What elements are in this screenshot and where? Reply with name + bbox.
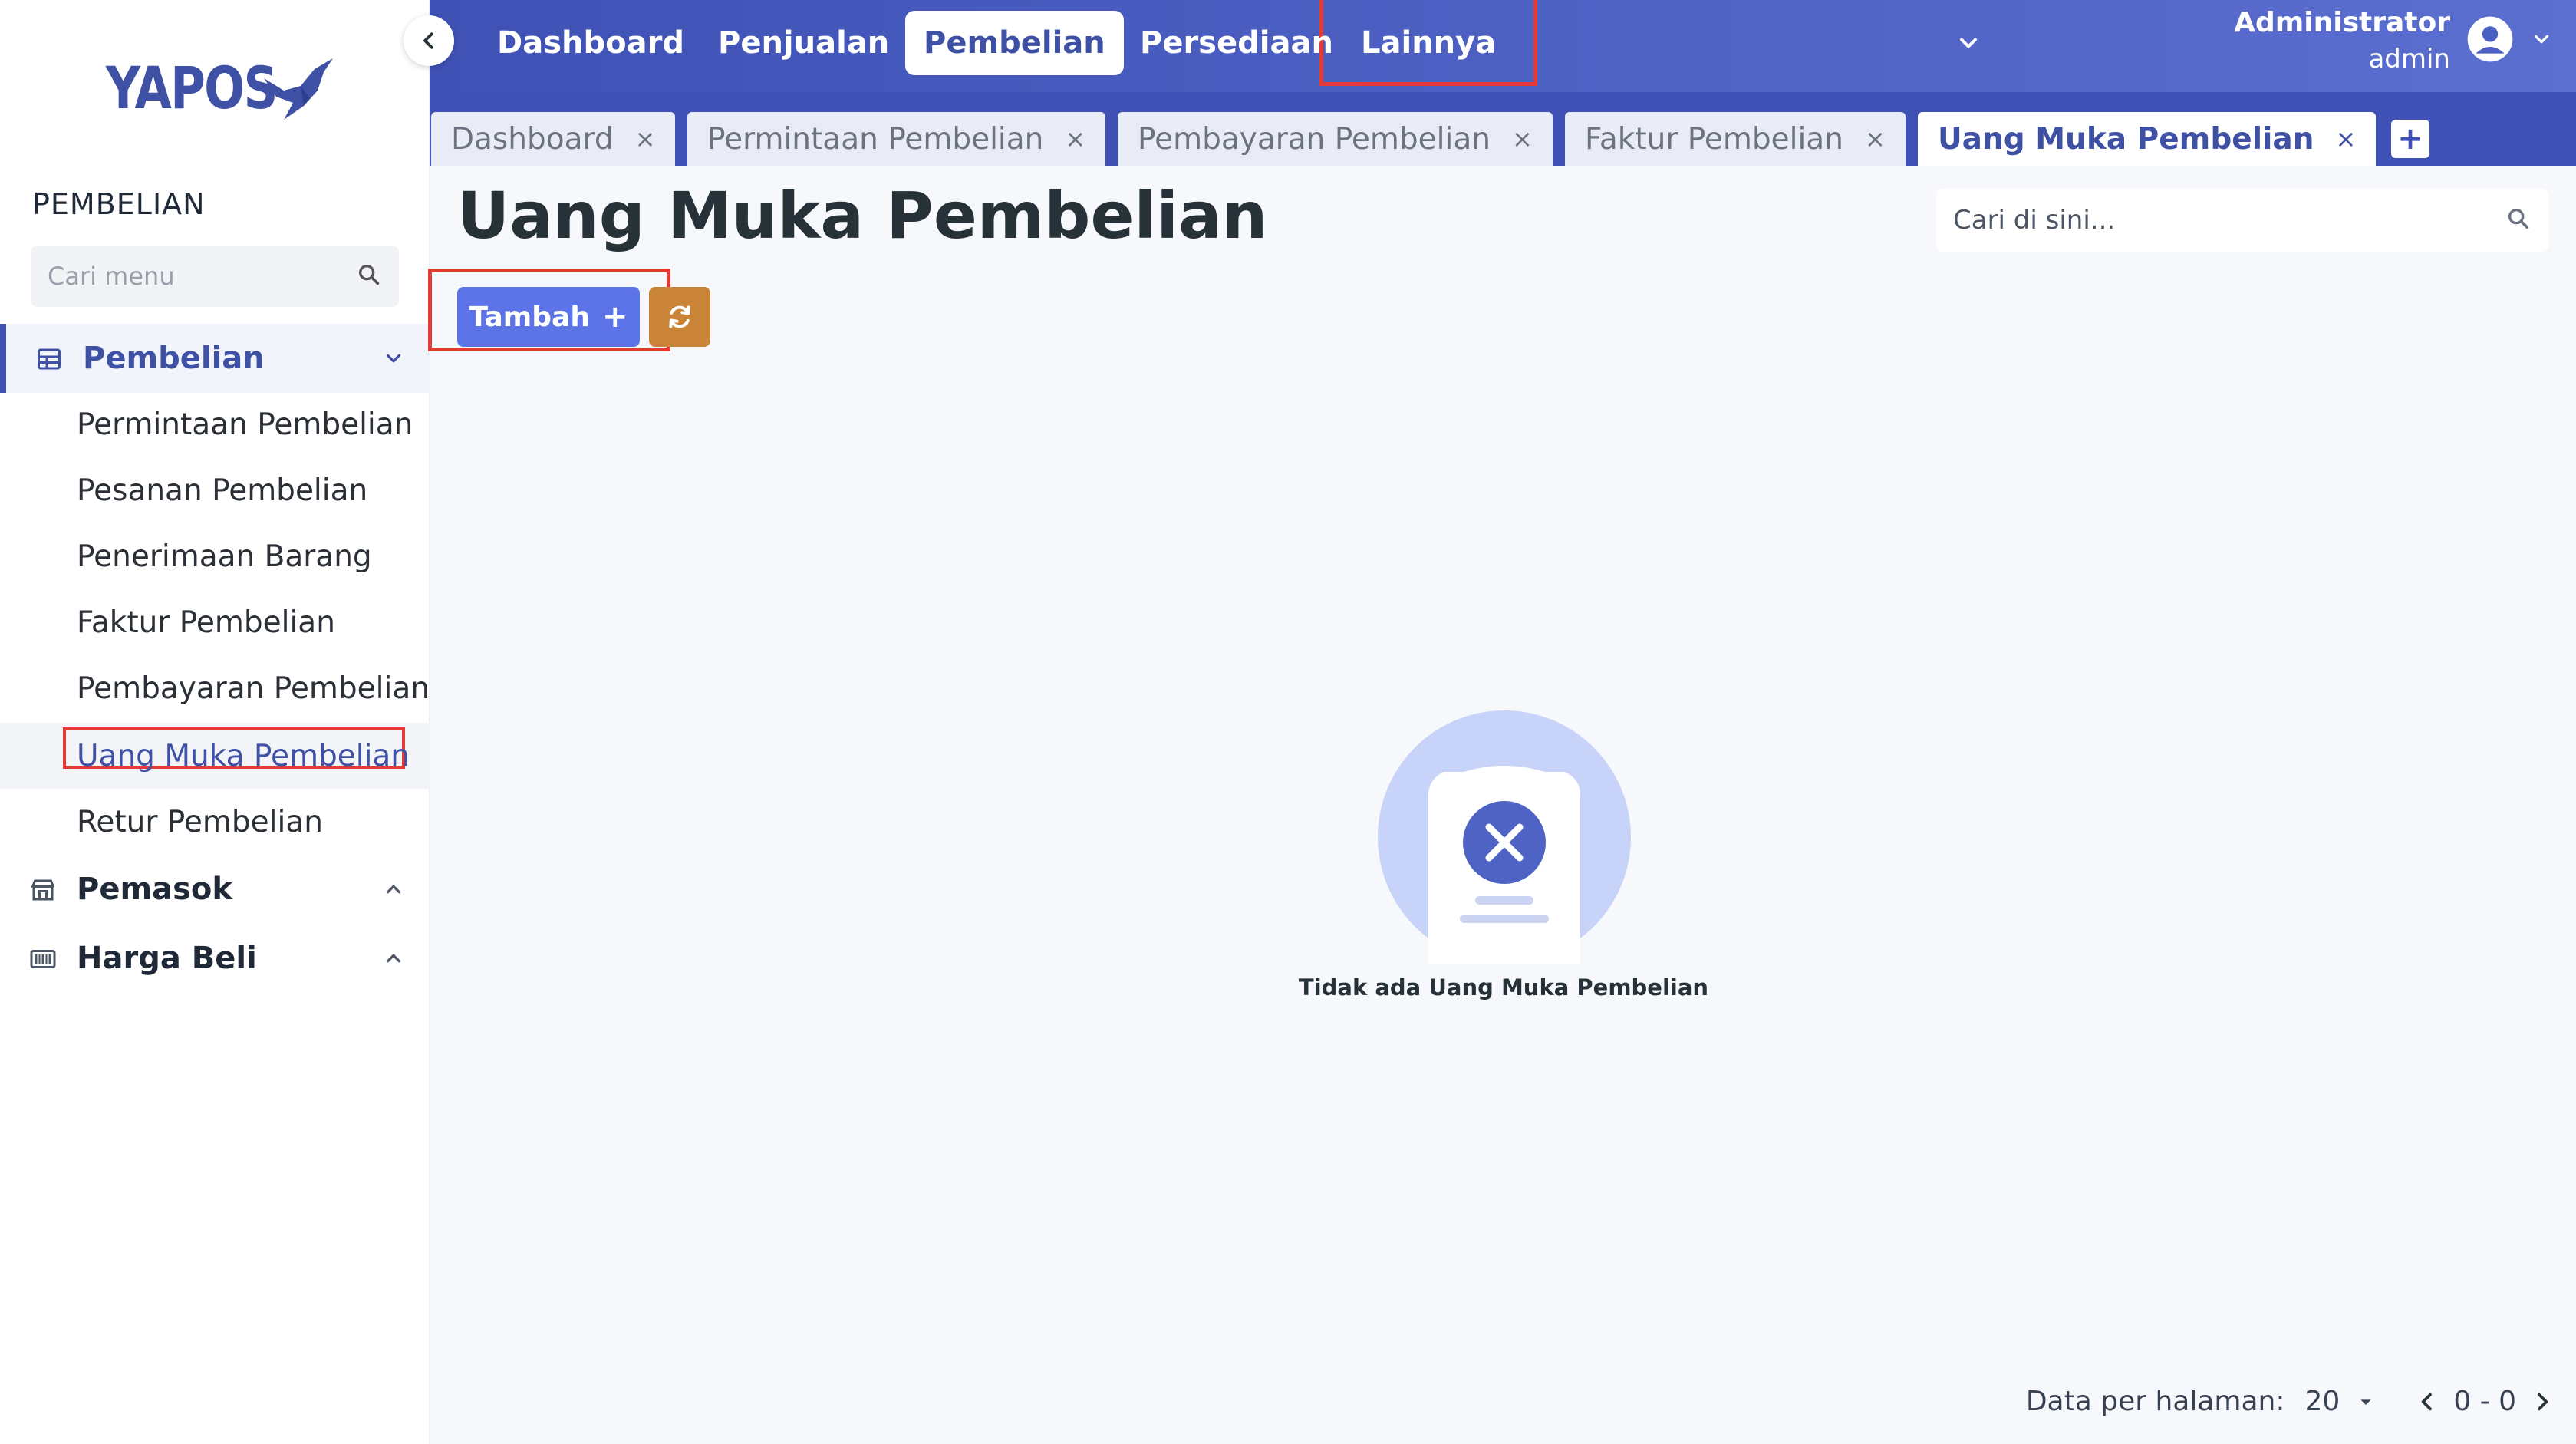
- tab-label: Permintaan Pembelian: [707, 121, 1044, 157]
- per-page-label: Data per halaman:: [2025, 1386, 2285, 1417]
- tab-label: Faktur Pembelian: [1585, 121, 1843, 157]
- sidebar-search-input[interactable]: [48, 262, 356, 291]
- sidebar-item-label: Pesanan Pembelian: [77, 473, 368, 508]
- pagination: Data per halaman: 20 0 - 0: [2026, 1386, 2555, 1417]
- sidebar-group-pembelian[interactable]: Pembelian: [0, 324, 430, 393]
- nav-lainnya[interactable]: Lainnya: [1361, 0, 1496, 86]
- sidebar-item-label: Faktur Pembelian: [77, 605, 335, 640]
- top-navbar: Dashboard Penjualan Pembelian Persediaan…: [430, 0, 2576, 92]
- sidebar-section-title: PEMBELIAN: [32, 187, 206, 221]
- sidebar: YAPOS PEMBELIAN Pembelian Permintaan Pem…: [0, 0, 430, 1444]
- chevron-down-icon[interactable]: [2530, 28, 2553, 54]
- chevron-up-icon[interactable]: [382, 947, 405, 970]
- add-tab-button[interactable]: +: [2391, 120, 2429, 158]
- user-menu[interactable]: Administrator admin: [2234, 5, 2553, 77]
- nav-pembelian[interactable]: Pembelian: [905, 0, 1124, 86]
- table-icon: [35, 345, 63, 373]
- tab-dashboard[interactable]: Dashboard ×: [431, 112, 676, 166]
- empty-state-text: Tidak ada Uang Muka Pembelian: [1298, 974, 1709, 1001]
- chevron-up-icon[interactable]: [382, 878, 405, 901]
- sidebar-search: [31, 246, 399, 307]
- add-highlight-box: [428, 269, 670, 351]
- user-name: Administrator: [2234, 7, 2450, 38]
- sidebar-item-penerimaan-barang[interactable]: Penerimaan Barang: [0, 523, 430, 589]
- close-icon[interactable]: ×: [2336, 124, 2357, 153]
- nav-label: Persediaan: [1140, 25, 1333, 61]
- sidebar-collapse-button[interactable]: [404, 15, 454, 66]
- tab-permintaan-pembelian[interactable]: Permintaan Pembelian ×: [687, 112, 1106, 166]
- user-avatar-icon[interactable]: [2466, 15, 2515, 67]
- open-tabs-bar: Dashboard × Permintaan Pembelian × Pemba…: [430, 92, 2576, 166]
- tab-faktur-pembelian[interactable]: Faktur Pembelian ×: [1565, 112, 1906, 166]
- barcode-icon: [29, 945, 57, 973]
- nav-label: Pembelian: [905, 11, 1124, 75]
- logo-text: YAPOS: [106, 54, 278, 122]
- per-page-select[interactable]: 20: [2305, 1386, 2340, 1417]
- user-role: admin: [2368, 44, 2450, 74]
- sidebar-item-pesanan-pembelian[interactable]: Pesanan Pembelian: [0, 457, 430, 523]
- sidebar-item-label: Retur Pembelian: [77, 804, 323, 839]
- sidebar-group-label: Harga Beli: [77, 941, 257, 976]
- nav-persediaan[interactable]: Persediaan: [1140, 0, 1333, 86]
- nav-label: Lainnya: [1361, 25, 1497, 61]
- chevron-left-icon[interactable]: [2415, 1390, 2439, 1414]
- nav-penjualan[interactable]: Penjualan: [718, 0, 889, 86]
- search-icon[interactable]: [356, 262, 382, 291]
- chevron-left-icon: [423, 32, 433, 49]
- page-title: Uang Muka Pembelian: [457, 178, 1268, 253]
- refresh-icon: [669, 305, 690, 328]
- sidebar-item-label: Uang Muka Pembelian: [77, 738, 410, 773]
- sidebar-item-retur-pembelian[interactable]: Retur Pembelian: [0, 789, 430, 855]
- empty-state-icon: [1378, 710, 1631, 964]
- sidebar-item-label: Pembayaran Pembelian: [77, 671, 430, 706]
- sidebar-item-uang-muka-pembelian[interactable]: Uang Muka Pembelian: [0, 723, 430, 789]
- store-icon: [29, 876, 57, 904]
- sidebar-item-label: Penerimaan Barang: [77, 539, 372, 574]
- close-icon[interactable]: ×: [1065, 124, 1085, 153]
- search-icon[interactable]: [2505, 206, 2532, 235]
- caret-down-icon[interactable]: [2354, 1390, 2378, 1414]
- close-icon[interactable]: ×: [1512, 124, 1533, 153]
- sidebar-item-pembayaran-pembelian[interactable]: Pembayaran Pembelian: [0, 655, 430, 721]
- chevron-right-icon[interactable]: [2530, 1390, 2555, 1414]
- sidebar-group-label: Pemasok: [77, 872, 233, 907]
- nav-label: Dashboard: [497, 25, 684, 61]
- sidebar-group-harga-beli[interactable]: Harga Beli: [0, 924, 430, 993]
- tab-label: Dashboard: [451, 121, 614, 157]
- main-search-input[interactable]: [1953, 205, 2505, 236]
- page-range: 0 - 0: [2453, 1386, 2516, 1417]
- sidebar-group-label: Pembelian: [83, 341, 265, 376]
- tab-label: Uang Muka Pembelian: [1938, 121, 2314, 157]
- user-info: Administrator admin: [2234, 5, 2450, 77]
- sidebar-item-permintaan-pembelian[interactable]: Permintaan Pembelian: [0, 391, 430, 457]
- chevron-down-icon[interactable]: [382, 347, 405, 370]
- refresh-button[interactable]: [649, 287, 710, 347]
- tab-uang-muka-pembelian[interactable]: Uang Muka Pembelian ×: [1918, 112, 2377, 166]
- main-search: [1936, 189, 2548, 252]
- close-icon[interactable]: ×: [635, 124, 656, 153]
- nav-label: Penjualan: [718, 25, 890, 61]
- close-icon[interactable]: ×: [1865, 124, 1886, 153]
- tab-label: Pembayaran Pembelian: [1138, 121, 1491, 157]
- sidebar-item-faktur-pembelian[interactable]: Faktur Pembelian: [0, 589, 430, 655]
- chevron-down-icon[interactable]: [1955, 29, 1982, 57]
- nav-dashboard[interactable]: Dashboard: [497, 0, 684, 86]
- sidebar-group-pemasok[interactable]: Pemasok: [0, 855, 430, 924]
- app-logo[interactable]: YAPOS: [106, 54, 334, 122]
- tab-pembayaran-pembelian[interactable]: Pembayaran Pembelian ×: [1118, 112, 1553, 166]
- sidebar-item-label: Permintaan Pembelian: [77, 407, 413, 442]
